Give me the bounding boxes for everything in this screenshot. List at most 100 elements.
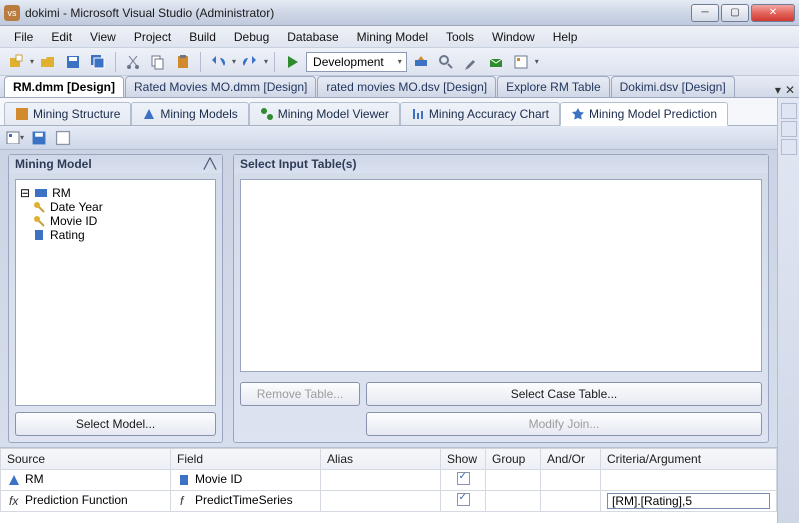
grid-row[interactable]: RM Movie ID <box>1 469 777 490</box>
cell-group[interactable] <box>486 490 541 511</box>
new-project-icon[interactable] <box>5 51 27 73</box>
show-checkbox[interactable] <box>457 472 470 485</box>
toolbox-icon[interactable] <box>485 51 507 73</box>
menu-mining-model[interactable]: Mining Model <box>349 28 436 46</box>
tab-dokimi-dsv[interactable]: Dokimi.dsv [Design] <box>611 76 735 97</box>
select-model-button[interactable]: Select Model... <box>15 412 216 436</box>
menu-project[interactable]: Project <box>126 28 179 46</box>
redo-dropdown-icon[interactable]: ▾ <box>264 57 268 66</box>
col-show[interactable]: Show <box>441 449 486 469</box>
active-files-dropdown-icon[interactable]: ▾ <box>775 83 781 97</box>
menu-bar: File Edit View Project Build Debug Datab… <box>0 26 799 48</box>
menu-window[interactable]: Window <box>484 28 543 46</box>
grid-row[interactable]: fxPrediction Function fPredictTimeSeries… <box>1 490 777 511</box>
cell-alias[interactable] <box>321 469 441 490</box>
col-criteria[interactable]: Criteria/Argument <box>601 449 777 469</box>
cut-icon[interactable] <box>122 51 144 73</box>
solution-config-combo[interactable]: Development ▾ <box>306 52 407 72</box>
input-tables-area[interactable] <box>240 179 762 372</box>
menu-view[interactable]: View <box>82 28 124 46</box>
modify-join-button[interactable]: Modify Join... <box>366 412 762 436</box>
find-icon[interactable] <box>435 51 457 73</box>
start-debug-icon[interactable] <box>281 51 303 73</box>
expand-icon[interactable]: ⊟ <box>20 186 30 200</box>
close-document-icon[interactable]: ✕ <box>785 83 795 97</box>
dropdown-icon[interactable]: ▾ <box>30 57 34 66</box>
viewer-icon <box>260 107 274 121</box>
cell-alias[interactable] <box>321 490 441 511</box>
undo-icon[interactable] <box>207 51 229 73</box>
select-case-table-button[interactable]: Select Case Table... <box>366 382 762 406</box>
tab-rm-dmm[interactable]: RM.dmm [Design] <box>4 76 124 97</box>
prediction-grid: Source Field Alias Show Group And/Or Cri… <box>0 448 777 523</box>
subtab-mining-structure[interactable]: Mining Structure <box>4 102 131 125</box>
tree-node[interactable]: Date Year <box>20 200 211 214</box>
dropdown-icon[interactable]: ▾ <box>535 57 539 66</box>
tab-rated-movies-dsv[interactable]: rated movies MO.dsv [Design] <box>317 76 496 97</box>
tree-root[interactable]: ⊟ RM <box>20 186 211 200</box>
singleton-query-icon[interactable] <box>54 129 72 147</box>
copy-icon[interactable] <box>147 51 169 73</box>
menu-database[interactable]: Database <box>279 28 346 46</box>
mining-model-panel: Mining Model ╱╲ ⊟ RM Date Year <box>8 154 223 443</box>
open-icon[interactable] <box>37 51 59 73</box>
close-button[interactable]: ✕ <box>751 4 795 22</box>
remove-table-button[interactable]: Remove Table... <box>240 382 360 406</box>
undo-dropdown-icon[interactable]: ▾ <box>232 57 236 66</box>
chevron-down-icon: ▾ <box>398 57 402 66</box>
subtab-mining-models[interactable]: Mining Models <box>131 102 248 125</box>
deploy-icon[interactable] <box>410 51 432 73</box>
menu-build[interactable]: Build <box>181 28 224 46</box>
menu-help[interactable]: Help <box>545 28 586 46</box>
criteria-input[interactable]: [RM].[Rating],5 <box>607 493 770 509</box>
collapse-icon[interactable] <box>759 159 762 170</box>
rail-button[interactable] <box>781 103 797 119</box>
tab-explore-rm[interactable]: Explore RM Table <box>497 76 610 97</box>
properties-icon[interactable] <box>460 51 482 73</box>
col-source[interactable]: Source <box>1 449 171 469</box>
panel-header: Mining Model ╱╲ <box>9 155 222 173</box>
tree-node-label: Date Year <box>50 200 103 214</box>
save-all-icon[interactable] <box>87 51 109 73</box>
maximize-button[interactable]: ▢ <box>721 4 749 22</box>
show-checkbox[interactable] <box>457 493 470 506</box>
tree-node-label: Rating <box>50 228 85 242</box>
redo-icon[interactable] <box>239 51 261 73</box>
svg-text:f: f <box>180 494 185 508</box>
cell-criteria[interactable] <box>601 469 777 490</box>
model-tree[interactable]: ⊟ RM Date Year Movie ID <box>15 179 216 406</box>
menu-tools[interactable]: Tools <box>438 28 482 46</box>
collapse-icon[interactable]: ╱╲ <box>204 159 216 170</box>
subtab-model-prediction[interactable]: Mining Model Prediction <box>560 102 728 126</box>
tab-rated-movies-dmm[interactable]: Rated Movies MO.dmm [Design] <box>125 76 316 97</box>
save-query-icon[interactable] <box>30 129 48 147</box>
window-titlebar: vs dokimi - Microsoft Visual Studio (Adm… <box>0 0 799 26</box>
minimize-button[interactable]: ─ <box>691 4 719 22</box>
document-tabs: RM.dmm [Design] Rated Movies MO.dmm [Des… <box>0 76 799 98</box>
tree-node[interactable]: Movie ID <box>20 214 211 228</box>
menu-file[interactable]: File <box>6 28 41 46</box>
panel-title: Mining Model <box>15 157 92 171</box>
switch-view-icon[interactable]: ▾ <box>6 129 24 147</box>
col-group[interactable]: Group <box>486 449 541 469</box>
rail-button[interactable] <box>781 139 797 155</box>
menu-debug[interactable]: Debug <box>226 28 277 46</box>
col-field[interactable]: Field <box>171 449 321 469</box>
rail-button[interactable] <box>781 121 797 137</box>
save-icon[interactable] <box>62 51 84 73</box>
mining-designer-tabs: Mining Structure Mining Models Mining Mo… <box>0 98 777 126</box>
panel-title: Select Input Table(s) <box>240 157 356 171</box>
subtab-accuracy-chart[interactable]: Mining Accuracy Chart <box>400 102 560 125</box>
menu-edit[interactable]: Edit <box>43 28 80 46</box>
subtab-model-viewer[interactable]: Mining Model Viewer <box>249 102 400 125</box>
col-andor[interactable]: And/Or <box>541 449 601 469</box>
tree-node[interactable]: Rating <box>20 228 211 242</box>
cell-andor[interactable] <box>541 469 601 490</box>
cell-criteria[interactable]: [RM].[Rating],5 <box>601 490 777 511</box>
cell-andor[interactable] <box>541 490 601 511</box>
designer-surface: Mining Structure Mining Models Mining Mo… <box>0 98 777 523</box>
object-browser-icon[interactable] <box>510 51 532 73</box>
paste-icon[interactable] <box>172 51 194 73</box>
col-alias[interactable]: Alias <box>321 449 441 469</box>
cell-group[interactable] <box>486 469 541 490</box>
